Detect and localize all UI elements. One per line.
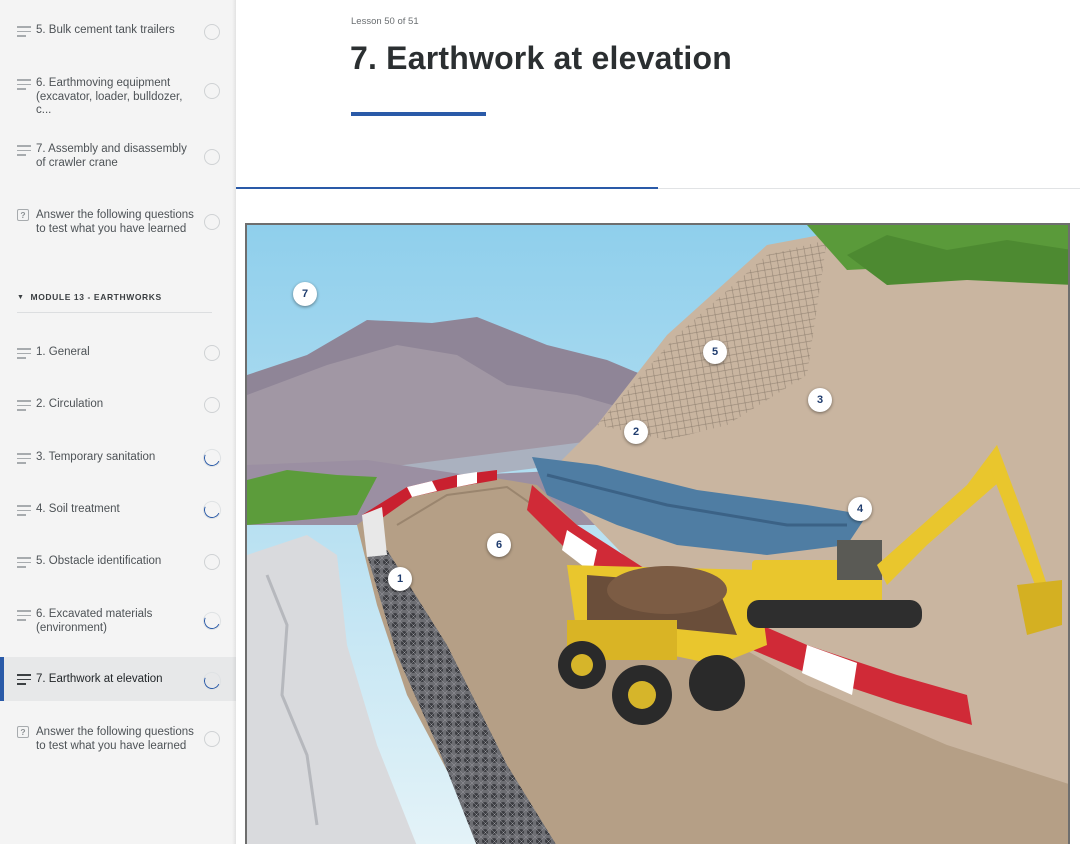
lesson-lines-icon	[17, 400, 31, 412]
status-not-started-icon	[204, 345, 220, 361]
sidebar-item-excavated-materials[interactable]: 6. Excavated materials (environment)	[0, 608, 236, 638]
sidebar-item-label: Answer the following questions to test w…	[36, 209, 194, 235]
sidebar-item-label: 1. General	[36, 346, 90, 358]
sidebar-item-temporary-sanitation[interactable]: 3. Temporary sanitation	[0, 447, 236, 471]
sidebar-item-quiz-previous-module[interactable]: ? Answer the following questions to test…	[0, 209, 236, 239]
status-in-progress-icon	[201, 447, 223, 469]
lesson-lines-icon	[17, 26, 31, 38]
lesson-lines-icon	[17, 505, 31, 517]
quiz-icon: ?	[17, 209, 29, 221]
page-title: 7. Earthwork at elevation	[350, 40, 733, 76]
status-not-started-icon	[204, 214, 220, 230]
sidebar-item-label: 4. Soil treatment	[36, 503, 120, 515]
sidebar-item-general[interactable]: 1. General	[0, 345, 236, 366]
sidebar-item-crawler-crane[interactable]: 7. Assembly and disassembly of crawler c…	[0, 143, 236, 173]
sidebar-item-label: 6. Earthmoving equipment (excavator, loa…	[36, 77, 183, 116]
sidebar-item-label: 3. Temporary sanitation	[36, 451, 156, 463]
lesson-lines-icon	[17, 674, 31, 686]
hotspot-6[interactable]: 6	[480, 526, 518, 564]
lesson-lines-icon	[17, 79, 31, 91]
lesson-lines-icon	[17, 348, 31, 360]
sidebar-item-label: 7. Earthwork at elevation	[36, 673, 163, 685]
module-header[interactable]: ▼ MODULE 13 - EARTHWORKS	[17, 292, 162, 302]
sidebar-item-label: Answer the following questions to test w…	[36, 726, 194, 752]
status-not-started-icon	[204, 83, 220, 99]
sidebar-item-obstacle-identification[interactable]: 5. Obstacle identification	[0, 554, 236, 575]
caret-down-icon: ▼	[17, 293, 25, 301]
course-sidebar: 5. Bulk cement tank trailers 6. Earthmov…	[0, 0, 236, 844]
hotspot-5[interactable]: 5	[696, 333, 734, 371]
quiz-icon: ?	[17, 726, 29, 738]
hotspot-7[interactable]: 7	[293, 282, 317, 306]
sidebar-item-earthmoving-equipment[interactable]: 6. Earthmoving equipment (excavator, loa…	[0, 77, 236, 116]
sidebar-item-bulk-cement-tank-trailers[interactable]: 5. Bulk cement tank trailers	[0, 24, 236, 44]
lesson-lines-icon	[17, 453, 31, 465]
sidebar-item-label: 6. Excavated materials (environment)	[36, 608, 153, 634]
status-in-progress-icon	[201, 499, 223, 521]
hotspot-1[interactable]: 1	[388, 567, 412, 591]
construction-site-illustration	[247, 225, 1068, 844]
status-not-started-icon	[204, 731, 220, 747]
labeled-graphic: 1 2 3 4 5 6 7	[245, 223, 1070, 844]
sidebar-item-label: 7. Assembly and disassembly of crawler c…	[36, 143, 187, 169]
lesson-counter: Lesson 50 of 51	[351, 16, 419, 27]
lesson-lines-icon	[17, 557, 31, 569]
module-divider	[17, 312, 212, 313]
sidebar-item-label: 2. Circulation	[36, 398, 104, 410]
status-not-started-icon	[204, 554, 220, 570]
sidebar-item-label: 5. Bulk cement tank trailers	[36, 24, 175, 36]
sidebar-item-quiz-earthworks[interactable]: ? Answer the following questions to test…	[0, 726, 236, 756]
status-not-started-icon	[204, 24, 220, 40]
lesson-lines-icon	[17, 145, 31, 157]
status-not-started-icon	[204, 397, 220, 413]
lesson-content: Lesson 50 of 51 7. Earthwork at elevatio…	[236, 0, 1080, 844]
lesson-lines-icon	[17, 610, 31, 622]
sidebar-item-circulation[interactable]: 2. Circulation	[0, 397, 236, 418]
sidebar-item-soil-treatment[interactable]: 4. Soil treatment	[0, 499, 236, 523]
hotspot-2[interactable]: 2	[617, 413, 655, 451]
lesson-progress-bar	[236, 187, 658, 189]
status-in-progress-icon	[201, 610, 223, 632]
hotspot-3[interactable]: 3	[808, 388, 832, 412]
sidebar-item-earthwork-at-elevation[interactable]: 7. Earthwork at elevation	[0, 657, 236, 701]
status-in-progress-icon	[201, 670, 223, 692]
status-not-started-icon	[204, 149, 220, 165]
module-title: MODULE 13 - EARTHWORKS	[30, 292, 162, 302]
sidebar-item-label: 5. Obstacle identification	[36, 555, 162, 567]
hotspot-4[interactable]: 4	[848, 497, 872, 521]
title-underline	[351, 112, 486, 116]
